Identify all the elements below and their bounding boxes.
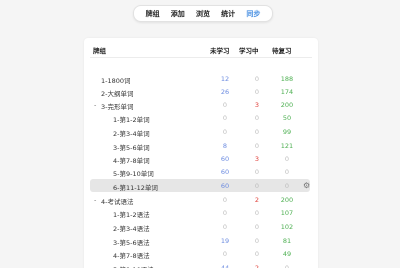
deck-name[interactable]: 2-第3-4单词 <box>113 128 150 138</box>
deck-name[interactable]: 3-完形单词 <box>101 101 133 111</box>
deck-row[interactable]: -3-完形单词 0 3 200 <box>84 98 318 111</box>
deck-row[interactable]: 4-第7-8语法 0 0 49 <box>84 247 318 260</box>
new-count: 19 <box>220 237 230 245</box>
review-count: 200 <box>280 101 294 109</box>
deck-row[interactable]: 3-第5-6单词 8 0 121 <box>84 139 318 152</box>
tab-add[interactable]: 添加 <box>171 9 185 19</box>
learning-count: 0 <box>254 168 260 176</box>
deck-row[interactable]: 1-第1-2语法 0 0 107 <box>84 206 318 219</box>
review-count: 49 <box>282 250 292 258</box>
new-count: 0 <box>222 114 228 122</box>
review-count: 174 <box>280 88 294 96</box>
new-count: 44 <box>220 264 230 268</box>
new-count: 12 <box>220 75 230 83</box>
collapse-toggle[interactable]: - <box>94 101 96 109</box>
deck-name[interactable]: 1-第1-2语法 <box>113 209 150 219</box>
deck-row[interactable]: 5-第9-10语法 44 2 0 <box>84 261 318 268</box>
deck-name[interactable]: 4-第7-8单词 <box>113 155 150 165</box>
header-divider <box>90 57 312 58</box>
deck-table-header: 牌组 未学习 学习中 待复习 <box>84 43 318 55</box>
review-count: 107 <box>280 209 294 217</box>
main-toolbar: 牌组 添加 浏览 统计 同步 <box>133 5 273 22</box>
tab-sync[interactable]: 同步 <box>246 9 260 19</box>
new-count: 60 <box>220 182 230 190</box>
new-count: 0 <box>222 250 228 258</box>
learning-count: 0 <box>254 128 260 136</box>
new-count: 0 <box>222 209 228 217</box>
deck-row[interactable]: 5-第9-10单词 60 0 0 <box>84 165 318 178</box>
deck-row[interactable]: 3-第5-6语法 19 0 81 <box>84 234 318 247</box>
deck-name[interactable]: 4-第7-8语法 <box>113 250 150 260</box>
deck-name[interactable]: 5-第9-10单词 <box>113 168 154 178</box>
review-count: 0 <box>284 168 290 176</box>
review-count: 121 <box>280 142 294 150</box>
learning-count: 0 <box>254 75 260 83</box>
review-count: 81 <box>282 237 292 245</box>
learning-count: 0 <box>254 182 260 190</box>
deck-name[interactable]: 5-第9-10语法 <box>113 264 154 268</box>
tab-browse[interactable]: 浏览 <box>196 9 210 19</box>
review-count: 188 <box>280 75 294 83</box>
deck-name[interactable]: 1-1800词 <box>101 75 131 85</box>
deck-row[interactable]: 2-第3-4语法 0 0 102 <box>84 220 318 233</box>
review-count: 200 <box>280 196 294 204</box>
deck-row[interactable]: 1-第1-2单词 0 0 50 <box>84 111 318 124</box>
learning-count: 0 <box>254 223 260 231</box>
deck-name[interactable]: 2-第3-4语法 <box>113 223 150 233</box>
deck-name[interactable]: 3-第5-6语法 <box>113 237 150 247</box>
deck-name[interactable]: 6-第11-12单词 <box>113 182 158 192</box>
learning-count: 0 <box>254 114 260 122</box>
learning-count: 2 <box>254 264 260 268</box>
review-count: 0 <box>284 182 290 190</box>
review-count: 0 <box>284 264 290 268</box>
learning-count: 3 <box>254 101 260 109</box>
new-count: 60 <box>220 168 230 176</box>
deck-row[interactable]: 2-大纲单词 26 0 174 <box>84 85 318 98</box>
new-count: 60 <box>220 155 230 163</box>
new-count: 0 <box>222 223 228 231</box>
gear-icon[interactable]: ⚙ <box>303 181 310 190</box>
header-deck: 牌组 <box>93 47 106 55</box>
new-count: 8 <box>222 142 228 150</box>
deck-row[interactable]: -4-考试语法 0 2 200 <box>84 193 318 206</box>
learning-count: 0 <box>254 88 260 96</box>
new-count: 26 <box>220 88 230 96</box>
deck-row[interactable]: 2-第3-4单词 0 0 99 <box>84 125 318 138</box>
deck-row-selected[interactable]: 6-第11-12单词 60 0 0 ⚙ <box>90 179 310 192</box>
learning-count: 3 <box>254 155 260 163</box>
review-count: 50 <box>282 114 292 122</box>
deck-name[interactable]: 3-第5-6单词 <box>113 142 150 152</box>
learning-count: 0 <box>254 250 260 258</box>
deck-name[interactable]: 1-第1-2单词 <box>113 114 150 124</box>
tab-decks[interactable]: 牌组 <box>146 9 160 19</box>
header-learning: 学习中 <box>239 47 259 55</box>
deck-name[interactable]: 4-考试语法 <box>101 196 133 206</box>
deck-list-panel: 牌组 未学习 学习中 待复习 1-1800词 12 0 188 2-大纲单词 26 0 174… <box>84 38 318 268</box>
learning-count: 0 <box>254 209 260 217</box>
new-count: 0 <box>222 196 228 204</box>
deck-name[interactable]: 2-大纲单词 <box>101 88 133 98</box>
tab-stats[interactable]: 统计 <box>221 9 235 19</box>
learning-count: 0 <box>254 237 260 245</box>
header-review: 待复习 <box>272 47 292 55</box>
header-new: 未学习 <box>210 47 230 55</box>
new-count: 0 <box>222 128 228 136</box>
review-count: 99 <box>282 128 292 136</box>
new-count: 0 <box>222 101 228 109</box>
review-count: 102 <box>280 223 294 231</box>
learning-count: 2 <box>254 196 260 204</box>
deck-row[interactable]: 4-第7-8单词 60 3 0 <box>84 152 318 165</box>
collapse-toggle[interactable]: - <box>94 196 96 204</box>
deck-row[interactable]: 1-1800词 12 0 188 <box>84 72 318 85</box>
learning-count: 0 <box>254 142 260 150</box>
review-count: 0 <box>284 155 290 163</box>
